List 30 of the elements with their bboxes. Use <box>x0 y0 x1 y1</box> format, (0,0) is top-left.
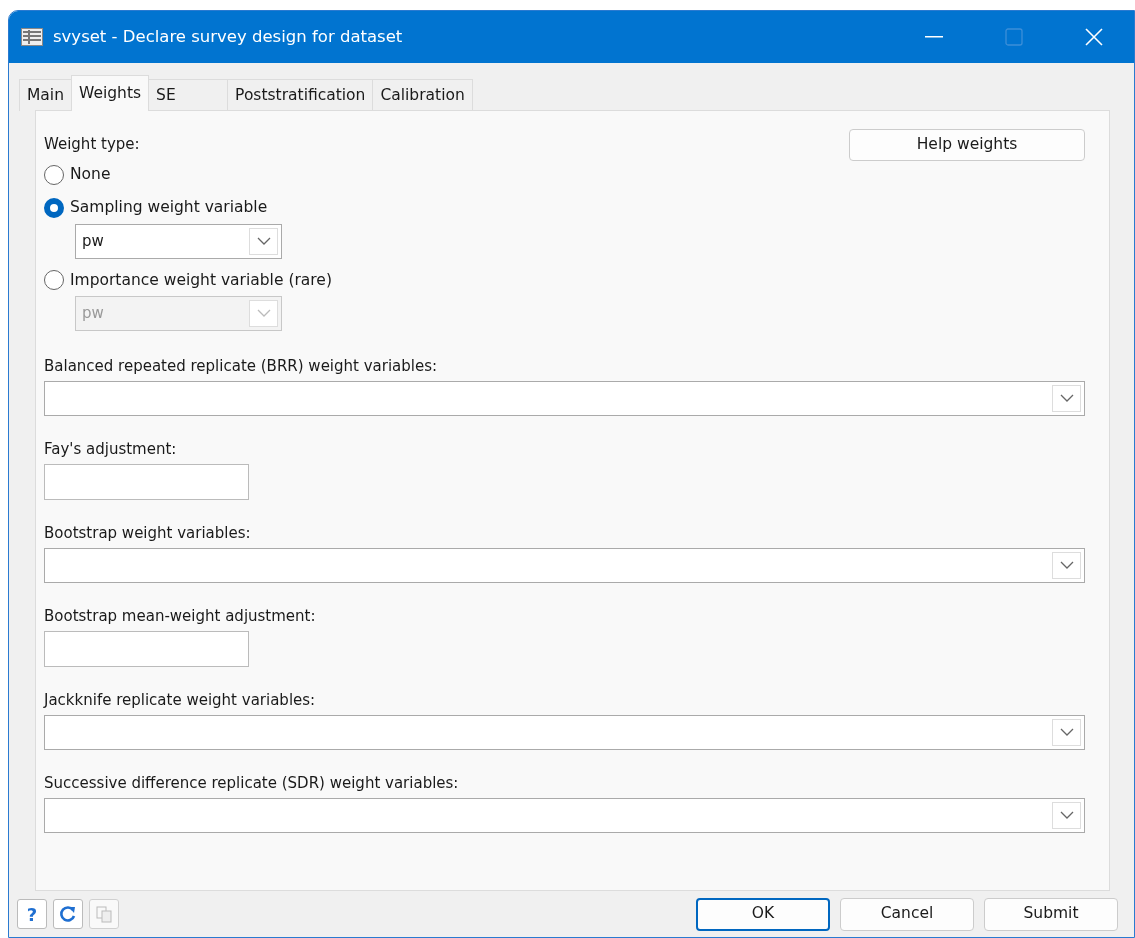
tab[interactable]: Weights <box>71 75 150 111</box>
field-label: Balanced repeated replicate (BRR) weight variables: <box>44 355 439 377</box>
help-weights-button[interactable]: Help weights <box>849 129 1085 161</box>
variable-dropdown[interactable] <box>44 547 1085 583</box>
close-icon[interactable] <box>1085 28 1103 46</box>
variable-dropdown[interactable] <box>44 714 1085 750</box>
variable-dropdown[interactable] <box>44 797 1085 833</box>
field-label: Bootstrap weight variables: <box>44 522 252 544</box>
weight-type-label: Weight type: <box>44 134 140 155</box>
tab[interactable]: Main <box>19 79 72 111</box>
field-label: Bootstrap mean-weight adjustment: <box>44 605 317 627</box>
weight-variable-dropdown[interactable]: pw <box>75 223 282 259</box>
field-label: Jackknife replicate weight variables: <box>44 689 317 711</box>
input-field[interactable] <box>44 630 249 667</box>
window-title: svyset - Declare survey design for dataset <box>53 25 404 48</box>
refresh-icon[interactable] <box>59 905 77 924</box>
dialog-button[interactable]: OK <box>696 897 830 931</box>
dialog-icon <box>21 28 43 46</box>
reset-button[interactable] <box>53 899 83 930</box>
minimize-icon[interactable] <box>925 36 943 38</box>
field-label: Fay's adjustment: <box>44 438 178 460</box>
dialog-button[interactable]: Submit <box>984 897 1118 931</box>
radio-option[interactable]: Sampling weight variable <box>44 196 268 220</box>
radio-option[interactable]: None <box>44 163 111 187</box>
field-label: Successive difference replicate (SDR) weight variables: <box>44 772 460 794</box>
variable-dropdown[interactable] <box>44 380 1085 416</box>
dialog-button[interactable]: Cancel <box>840 897 974 931</box>
tab[interactable]: Calibration <box>372 79 473 111</box>
input-field[interactable] <box>44 463 249 500</box>
help-button[interactable]: ? <box>17 899 47 930</box>
